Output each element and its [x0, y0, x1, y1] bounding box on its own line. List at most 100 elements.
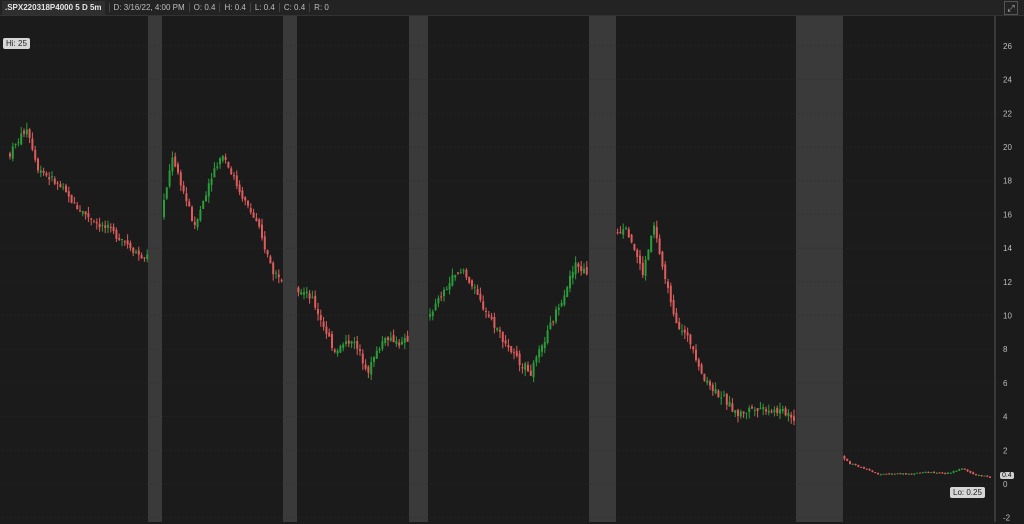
zoom-icon[interactable]: ⤢: [1004, 1, 1018, 15]
candle-body: [193, 221, 196, 225]
candle-body: [213, 168, 216, 178]
session-gap-4: [796, 16, 843, 522]
y-tick-label: 10: [1003, 312, 1012, 321]
candle-body: [59, 184, 62, 188]
candle-body: [765, 409, 767, 412]
candle-body: [773, 409, 776, 413]
candle-body: [65, 185, 67, 193]
symbol-label[interactable]: .SPX220318P4000 5 D 5m: [2, 0, 105, 15]
candle-body: [935, 472, 938, 474]
candle-body: [529, 370, 532, 376]
candle-body: [459, 271, 462, 273]
candle-body: [266, 250, 269, 255]
candle-body: [17, 142, 20, 144]
candle-body: [686, 332, 689, 336]
candle-body: [989, 476, 991, 478]
candle-body: [347, 340, 350, 344]
candle-body: [857, 465, 860, 467]
candle-body: [51, 176, 53, 178]
candle-body: [560, 302, 563, 307]
candle-body: [171, 157, 174, 172]
candle-body: [238, 184, 241, 193]
candle-body: [846, 458, 849, 461]
candle-body: [403, 337, 406, 343]
candle-body: [958, 469, 961, 471]
candle-body: [45, 173, 48, 176]
candle-body: [963, 468, 966, 470]
y-tick-label: 24: [1003, 76, 1012, 85]
candle-body: [479, 293, 482, 300]
price-chart[interactable]: -202468101214161820222426: [0, 16, 1024, 524]
candle-body: [751, 406, 753, 409]
candle-body: [42, 171, 45, 173]
y-tick-label: 8: [1003, 345, 1008, 354]
y-tick-label: 16: [1003, 210, 1012, 219]
candle-body: [233, 175, 235, 177]
candle-body: [137, 250, 140, 255]
candle-body: [95, 222, 98, 224]
candle-body: [731, 403, 734, 412]
candle-body: [518, 353, 521, 366]
candle-body: [303, 292, 305, 295]
candle-body: [331, 334, 333, 348]
candle-body: [255, 218, 258, 222]
candle-body: [975, 474, 977, 476]
candle-body: [191, 207, 193, 222]
candle-body: [67, 191, 70, 197]
candle-body: [700, 364, 703, 374]
candle-body: [630, 234, 633, 243]
candle-body: [681, 330, 683, 332]
candle-body: [692, 346, 695, 350]
candle-body: [398, 342, 401, 346]
candle-body: [350, 341, 353, 344]
candle-body: [73, 202, 76, 204]
candle-body: [683, 329, 686, 333]
candle-body: [482, 301, 485, 310]
candle-body: [345, 341, 347, 345]
candle-body: [269, 256, 272, 264]
candle-body: [697, 359, 700, 367]
candle-body: [48, 177, 51, 180]
candle-body: [62, 187, 65, 189]
candle-body: [448, 283, 451, 290]
candle-body: [787, 413, 790, 417]
candle-body: [188, 201, 191, 207]
candle-body: [566, 287, 569, 298]
candle-body: [93, 221, 95, 223]
candle-body: [311, 296, 314, 298]
candle-body: [163, 200, 165, 218]
candle-body: [879, 474, 882, 476]
y-tick-label: 2: [1003, 446, 1008, 455]
candle-body: [98, 223, 101, 228]
candle-body: [373, 356, 375, 362]
candle-body: [473, 287, 476, 289]
candle-body: [759, 408, 762, 410]
candle-body: [249, 208, 252, 213]
candle-body: [977, 475, 980, 477]
candle-body: [31, 138, 34, 150]
candle-body: [37, 158, 39, 171]
candle-body: [101, 224, 104, 226]
candle-body: [905, 473, 907, 475]
candle-body: [258, 219, 261, 227]
candle-body: [202, 200, 205, 209]
candle-body: [790, 414, 793, 418]
candle-body: [115, 229, 118, 239]
chart-header: .SPX220318P4000 5 D 5m D: 3/16/22, 4:00 …: [0, 0, 1024, 16]
candle-body: [392, 335, 395, 343]
candle-body: [762, 407, 765, 410]
candle-body: [375, 350, 378, 359]
candle-body: [107, 224, 109, 228]
candle-body: [359, 349, 361, 352]
candle-body: [571, 271, 574, 278]
candle-body: [910, 473, 913, 475]
candle-body: [507, 344, 510, 348]
candle-body: [272, 262, 275, 275]
candle-body: [210, 178, 213, 185]
candle-body: [429, 314, 431, 317]
candle-body: [871, 470, 874, 472]
candle-body: [501, 331, 504, 343]
candle-body: [244, 197, 247, 201]
candle-body: [11, 146, 14, 159]
y-tick-label: 20: [1003, 143, 1012, 152]
